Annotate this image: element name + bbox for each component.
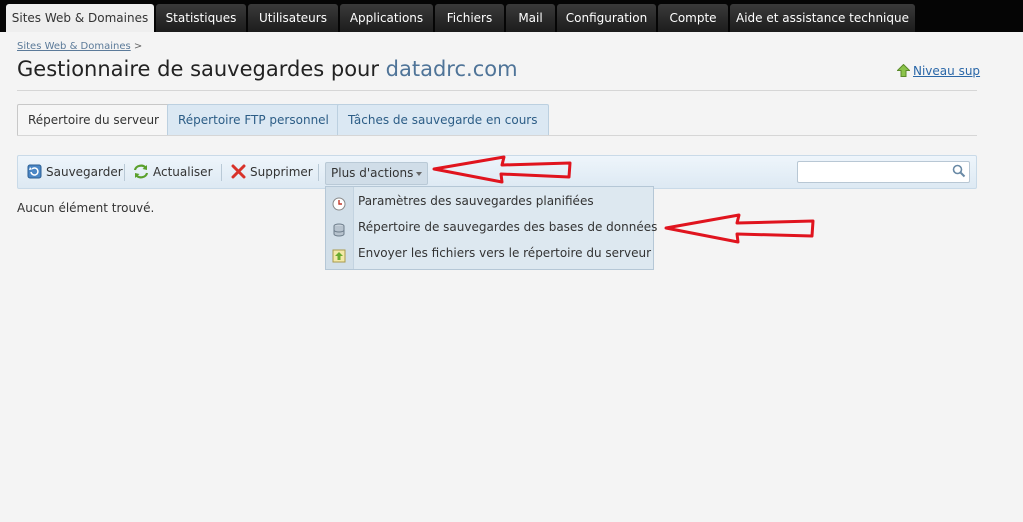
tab-fichiers[interactable]: Fichiers bbox=[435, 4, 504, 32]
subtab-taches-sauvegarde[interactable]: Tâches de sauvegarde en cours bbox=[337, 104, 549, 135]
title-divider bbox=[17, 90, 977, 91]
refresh-icon bbox=[133, 164, 149, 179]
menu-item-upload-files[interactable]: Envoyer les fichiers vers le répertoire … bbox=[326, 240, 653, 266]
tab-applications[interactable]: Applications bbox=[340, 4, 433, 32]
breadcrumb: Sites Web & Domaines > bbox=[17, 41, 142, 52]
page-title-prefix: Gestionnaire de sauvegardes pour bbox=[17, 57, 379, 81]
search-input[interactable] bbox=[797, 161, 970, 183]
toolbar-separator bbox=[318, 164, 319, 181]
annotation-arrow-icon bbox=[432, 155, 572, 184]
more-actions-menu: Paramètres des sauvegardes planifiées Ré… bbox=[325, 186, 657, 270]
subtab-repertoire-ftp[interactable]: Répertoire FTP personnel bbox=[167, 104, 340, 135]
up-level-link[interactable]: Niveau sup bbox=[896, 63, 981, 78]
subtab-repertoire-serveur[interactable]: Répertoire du serveur bbox=[17, 104, 170, 136]
backup-label: Sauvegarder bbox=[46, 165, 123, 179]
tab-mail[interactable]: Mail bbox=[506, 4, 555, 32]
menu-item-label: Paramètres des sauvegardes planifiées bbox=[358, 194, 594, 208]
menu-item-label: Envoyer les fichiers vers le répertoire … bbox=[358, 246, 652, 260]
tab-configuration[interactable]: Configuration bbox=[557, 4, 656, 32]
search-icon[interactable] bbox=[952, 164, 966, 178]
delete-button[interactable]: Supprimer bbox=[231, 156, 313, 188]
delete-icon bbox=[231, 164, 246, 179]
refresh-button[interactable]: Actualiser bbox=[133, 156, 213, 188]
menu-item-database-backup-repository[interactable]: Répertoire de sauvegardes des bases de d… bbox=[326, 214, 657, 240]
toolbar-separator bbox=[221, 164, 222, 181]
empty-message: Aucun élément trouvé. bbox=[17, 201, 155, 215]
delete-label: Supprimer bbox=[250, 165, 313, 179]
page-title: Gestionnaire de sauvegardes pour datadrc… bbox=[17, 57, 518, 81]
breadcrumb-separator: > bbox=[133, 41, 143, 52]
tab-statistiques[interactable]: Statistiques bbox=[156, 4, 246, 32]
tab-sites-web-domaines[interactable]: Sites Web & Domaines bbox=[6, 4, 154, 32]
upload-icon bbox=[332, 246, 346, 263]
page-title-domain: datadrc.com bbox=[385, 57, 518, 81]
top-navigation: Sites Web & Domaines Statistiques Utilis… bbox=[0, 0, 1023, 32]
arrow-up-icon bbox=[896, 63, 911, 77]
tab-utilisateurs[interactable]: Utilisateurs bbox=[248, 4, 338, 32]
tab-compte[interactable]: Compte bbox=[658, 4, 728, 32]
annotation-arrow-icon bbox=[664, 213, 815, 244]
backup-button[interactable]: Sauvegarder bbox=[27, 156, 123, 188]
breadcrumb-link-sites[interactable]: Sites Web & Domaines bbox=[17, 41, 131, 52]
more-actions-dropdown[interactable]: Plus d'actions bbox=[325, 162, 429, 185]
menu-item-scheduled-backup-settings[interactable]: Paramètres des sauvegardes planifiées bbox=[326, 188, 653, 214]
tab-aide[interactable]: Aide et assistance technique bbox=[730, 4, 915, 32]
more-actions-label: Plus d'actions bbox=[331, 166, 414, 180]
database-icon bbox=[332, 220, 346, 237]
backup-icon bbox=[27, 164, 42, 179]
toolbar-separator bbox=[124, 164, 125, 181]
subtab-divider bbox=[17, 135, 977, 136]
clock-icon bbox=[332, 194, 346, 211]
chevron-down-icon bbox=[416, 172, 423, 176]
refresh-label: Actualiser bbox=[153, 165, 213, 179]
menu-item-label: Répertoire de sauvegardes des bases de d… bbox=[358, 220, 658, 234]
up-level-label: Niveau sup bbox=[913, 64, 981, 78]
